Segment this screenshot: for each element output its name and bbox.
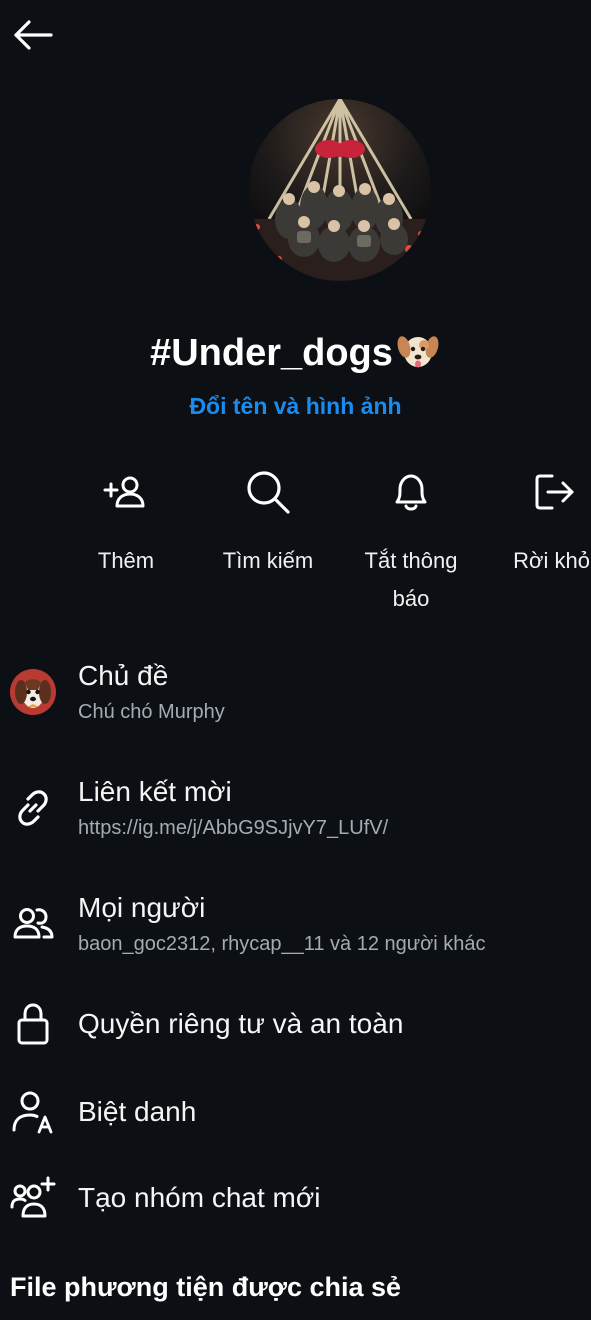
- people-icon: [9, 898, 57, 946]
- theme-subtitle: Chú chó Murphy: [78, 701, 225, 723]
- leave-group-label: Rời khỏi: [513, 548, 591, 573]
- lock-icon: [9, 1000, 57, 1048]
- add-member-label: Thêm: [97, 548, 155, 573]
- menu-item-invite-link[interactable]: Liên kết mời https://ig.me/j/AbbG9SJjvY7…: [0, 766, 591, 850]
- search-icon: [244, 468, 292, 521]
- menu-item-theme[interactable]: Chủ đề Chú chó Murphy: [0, 650, 591, 734]
- group-name: #Under_dogs: [0, 326, 591, 388]
- add-person-icon: [102, 468, 150, 521]
- action-row: Thêm Tìm kiếm Tắt thông báo Rời khỏi: [0, 466, 591, 616]
- menu-item-create-group-chat[interactable]: Tạo nhóm chat mới: [0, 1172, 591, 1228]
- create-group-title: Tạo nhóm chat mới: [78, 1182, 321, 1213]
- nickname-icon: [9, 1087, 57, 1135]
- dog-theme-icon: [9, 668, 57, 716]
- theme-title: Chủ đề: [78, 660, 169, 691]
- back-button[interactable]: [10, 14, 56, 60]
- search-button[interactable]: Tìm kiếm: [198, 466, 338, 580]
- invite-link-url: https://ig.me/j/AbbG9SJjvY7_LUfV/: [78, 817, 389, 839]
- invite-link-title: Liên kết mời: [78, 776, 232, 807]
- mute-notifications-button[interactable]: Tắt thông báo: [341, 466, 481, 616]
- link-icon: [9, 784, 57, 832]
- menu-item-people[interactable]: Mọi người baon_goc2312, rhycap__11 và 12…: [0, 882, 591, 966]
- mute-label-line2: báo: [392, 586, 430, 611]
- people-title: Mọi người: [78, 892, 206, 923]
- search-label: Tìm kiếm: [222, 548, 314, 573]
- privacy-safety-title: Quyền riêng tư và an toàn: [78, 1008, 404, 1039]
- arrow-left-icon: [11, 13, 55, 62]
- group-name-text: #Under_dogs: [150, 332, 393, 374]
- bell-icon: [387, 468, 435, 521]
- menu-item-nicknames[interactable]: Biệt danh: [0, 1086, 591, 1142]
- create-group-icon: [9, 1174, 57, 1222]
- leave-icon: [530, 468, 578, 521]
- menu-item-privacy-safety[interactable]: Quyền riêng tư và an toàn: [0, 998, 591, 1054]
- mute-label-line1: Tắt thông: [364, 548, 458, 573]
- leave-group-button[interactable]: Rời khỏi: [484, 466, 591, 580]
- people-subtitle: baon_goc2312, rhycap__11 và 12 người khá…: [78, 933, 486, 955]
- mute-notifications-label: Tắt thông báo: [341, 542, 481, 616]
- nicknames-title: Biệt danh: [78, 1096, 197, 1127]
- shared-media-heading: File phương tiện được chia sẻ: [10, 1272, 402, 1302]
- add-member-button[interactable]: Thêm: [56, 466, 196, 580]
- rename-and-photo-link[interactable]: Đổi tên và hình ảnh: [0, 390, 591, 422]
- dog-face-emoji-icon: [395, 327, 441, 388]
- group-avatar[interactable]: [249, 99, 431, 281]
